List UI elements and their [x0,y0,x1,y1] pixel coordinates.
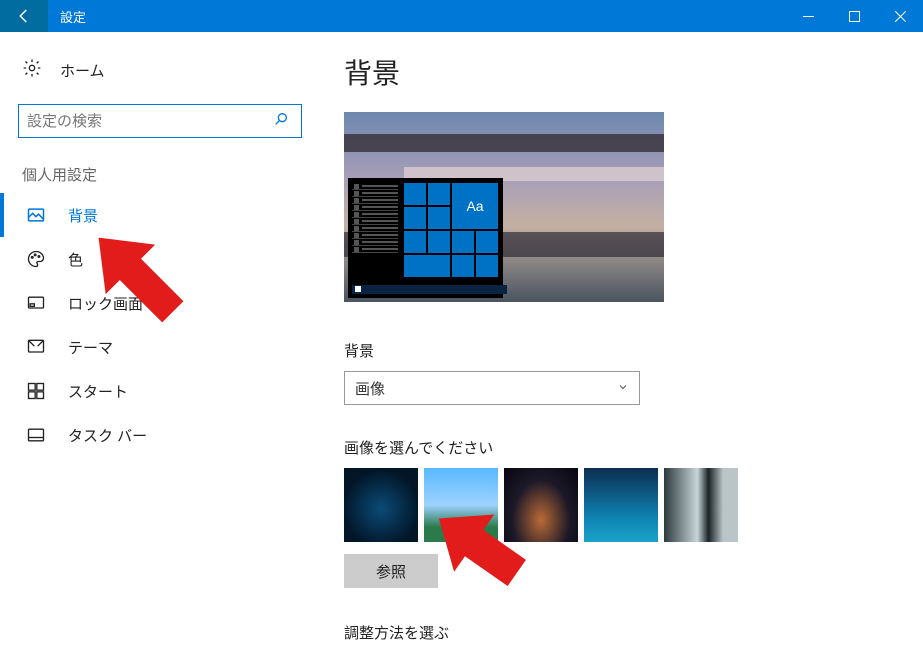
browse-button[interactable]: 参照 [344,554,438,588]
start-icon [26,381,46,401]
page-heading: 背景 [344,52,899,92]
search-icon [269,111,293,132]
background-dropdown-value: 画像 [355,378,385,399]
sidebar: ホーム 個人用設定 背景 色 [0,32,320,648]
window-controls [785,0,923,32]
sidebar-item-label: タスク バー [68,425,147,446]
sidebar-item-label: ロック画面 [68,293,143,314]
home-label: ホーム [60,60,105,81]
maximize-button[interactable] [831,0,877,32]
desktop-preview: Aa [344,112,664,302]
title-bar: 設定 [0,0,923,32]
preview-tile-aa: Aa [452,183,498,229]
sidebar-item-label: 色 [68,249,83,270]
sidebar-item-themes[interactable]: テーマ [0,325,320,369]
search-box[interactable] [18,104,302,138]
thumbnail-4[interactable] [584,468,658,542]
gear-icon [22,58,42,82]
sidebar-item-colors[interactable]: 色 [0,237,320,281]
close-button[interactable] [877,0,923,32]
picture-icon [26,205,46,225]
sidebar-item-label: テーマ [68,337,113,358]
taskbar-icon [26,425,46,445]
sidebar-section-header: 個人用設定 [0,164,320,193]
sidebar-item-background[interactable]: 背景 [0,193,320,237]
sidebar-item-lockscreen[interactable]: ロック画面 [0,281,320,325]
home-link[interactable]: ホーム [0,50,320,90]
minimize-button[interactable] [785,0,831,32]
sidebar-item-label: 背景 [68,205,98,226]
main-panel: 背景 Aa [320,32,923,648]
search-input[interactable] [27,113,269,130]
background-dropdown[interactable]: 画像 [344,371,640,405]
sidebar-item-taskbar[interactable]: タスク バー [0,413,320,457]
background-label: 背景 [344,340,899,361]
thumbnail-2[interactable] [424,468,498,542]
fit-label: 調整方法を選ぶ [344,622,899,643]
lockscreen-icon [26,293,46,313]
back-button[interactable] [0,0,48,32]
image-thumbnails [344,468,899,542]
chevron-down-icon [617,380,629,397]
palette-icon [26,249,46,269]
choose-image-label: 画像を選んでください [344,437,899,458]
sidebar-item-start[interactable]: スタート [0,369,320,413]
thumbnail-5[interactable] [664,468,738,542]
sidebar-item-label: スタート [68,381,128,402]
thumbnail-1[interactable] [344,468,418,542]
theme-icon [26,337,46,357]
thumbnail-3[interactable] [504,468,578,542]
window-title: 設定 [48,7,86,26]
